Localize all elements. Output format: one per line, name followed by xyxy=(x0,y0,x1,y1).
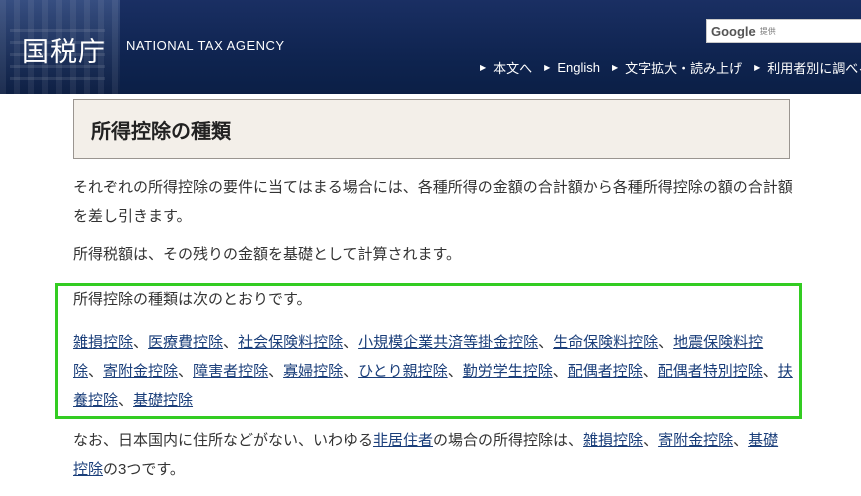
separator: 、 xyxy=(447,363,463,380)
deduction-link[interactable]: ひとり親控除 xyxy=(358,363,448,380)
intro-paragraph: それぞれの所得控除の要件に当てはまる場合には、各種所得の金額の合計額から各種所得… xyxy=(73,179,793,225)
page-title-box: 所得控除の種類 xyxy=(73,99,790,159)
nav-skip-to-content[interactable]: ▶ 本文へ xyxy=(480,58,532,77)
nav-label: 文字拡大・読み上げ xyxy=(625,61,743,76)
deduction-link[interactable]: 障害者控除 xyxy=(193,363,268,380)
separator: 、 xyxy=(538,334,554,351)
separator: 、 xyxy=(223,334,239,351)
triangle-right-icon: ▶ xyxy=(754,63,761,72)
triangle-right-icon: ▶ xyxy=(544,63,551,72)
separator: 、 xyxy=(178,363,194,380)
deduction-link[interactable]: 寄附金控除 xyxy=(103,363,178,380)
triangle-right-icon: ▶ xyxy=(480,63,487,72)
link-casualty-loss[interactable]: 雑損控除 xyxy=(583,432,643,449)
separator: 、 xyxy=(118,392,134,409)
deduction-link[interactable]: 配偶者特別控除 xyxy=(658,363,763,380)
triangle-right-icon: ▶ xyxy=(611,63,619,72)
deduction-link[interactable]: 医療費控除 xyxy=(148,334,223,351)
separator: 、 xyxy=(343,363,359,380)
nav-english[interactable]: ▶ English xyxy=(544,58,600,77)
page-title: 所得控除の種類 xyxy=(91,120,231,143)
nonresident-prefix: なお、日本国内に住所などがない、いわゆる xyxy=(73,432,374,449)
separator: 、 xyxy=(642,363,658,380)
link-nonresident[interactable]: 非居住者 xyxy=(373,432,433,449)
separator: 、 xyxy=(762,363,778,380)
nav-text-size-reading[interactable]: ▶ 文字拡大・読み上げ xyxy=(612,58,742,77)
site-logo-en: NATIONAL TAX AGENCY xyxy=(126,38,285,53)
search-input[interactable]: Google 提供 xyxy=(706,19,861,43)
separator: 、 xyxy=(133,334,149,351)
separator: 、 xyxy=(643,432,659,449)
separator: 、 xyxy=(733,432,749,449)
tax-basis-paragraph: 所得税額は、その残りの金額を基礎として計算されます。 xyxy=(73,246,462,263)
nav-label: English xyxy=(557,60,600,75)
separator: 、 xyxy=(552,363,568,380)
deduction-link[interactable]: 寡婦控除 xyxy=(283,363,343,380)
nonresident-paragraph: なお、日本国内に住所などがない、いわゆる非居住者の場合の所得控除は、雑損控除、寄… xyxy=(73,426,793,484)
deduction-link[interactable]: 勤労学生控除 xyxy=(463,363,553,380)
link-donation[interactable]: 寄附金控除 xyxy=(658,432,733,449)
deduction-link[interactable]: 配偶者控除 xyxy=(568,363,643,380)
google-provided-label: 提供 xyxy=(759,26,776,36)
deduction-types-lead: 所得控除の種類は次のとおりです。 xyxy=(73,291,312,308)
nonresident-suffix: の3つです。 xyxy=(103,461,185,478)
deduction-link[interactable]: 社会保険料控除 xyxy=(238,334,343,351)
nav-by-user-type[interactable]: ▶ 利用者別に調べる xyxy=(754,58,861,77)
site-logo-jp[interactable]: 国税庁 xyxy=(22,30,106,69)
header-nav: ▶ 本文へ ▶ English ▶ 文字拡大・読み上げ ▶ 利用者別に調べる xyxy=(480,58,861,77)
nonresident-mid: の場合の所得控除は、 xyxy=(433,432,584,449)
deduction-link[interactable]: 基礎控除 xyxy=(133,392,193,409)
separator: 、 xyxy=(658,334,674,351)
deduction-link[interactable]: 生命保険料控除 xyxy=(553,334,658,351)
nav-label: 利用者別に調べる xyxy=(767,61,861,76)
google-logo: Google xyxy=(711,23,756,39)
deduction-links-list: 雑損控除、医療費控除、社会保険料控除、小規模企業共済等掛金控除、生命保険料控除、… xyxy=(73,328,793,415)
deduction-link[interactable]: 小規模企業共済等掛金控除 xyxy=(358,334,538,351)
nav-label: 本文へ xyxy=(493,61,533,76)
site-header: 国税庁 NATIONAL TAX AGENCY Google 提供 ▶ 本文へ … xyxy=(0,0,861,94)
separator: 、 xyxy=(268,363,284,380)
separator: 、 xyxy=(88,363,104,380)
separator: 、 xyxy=(343,334,359,351)
deduction-link[interactable]: 雑損控除 xyxy=(73,334,133,351)
